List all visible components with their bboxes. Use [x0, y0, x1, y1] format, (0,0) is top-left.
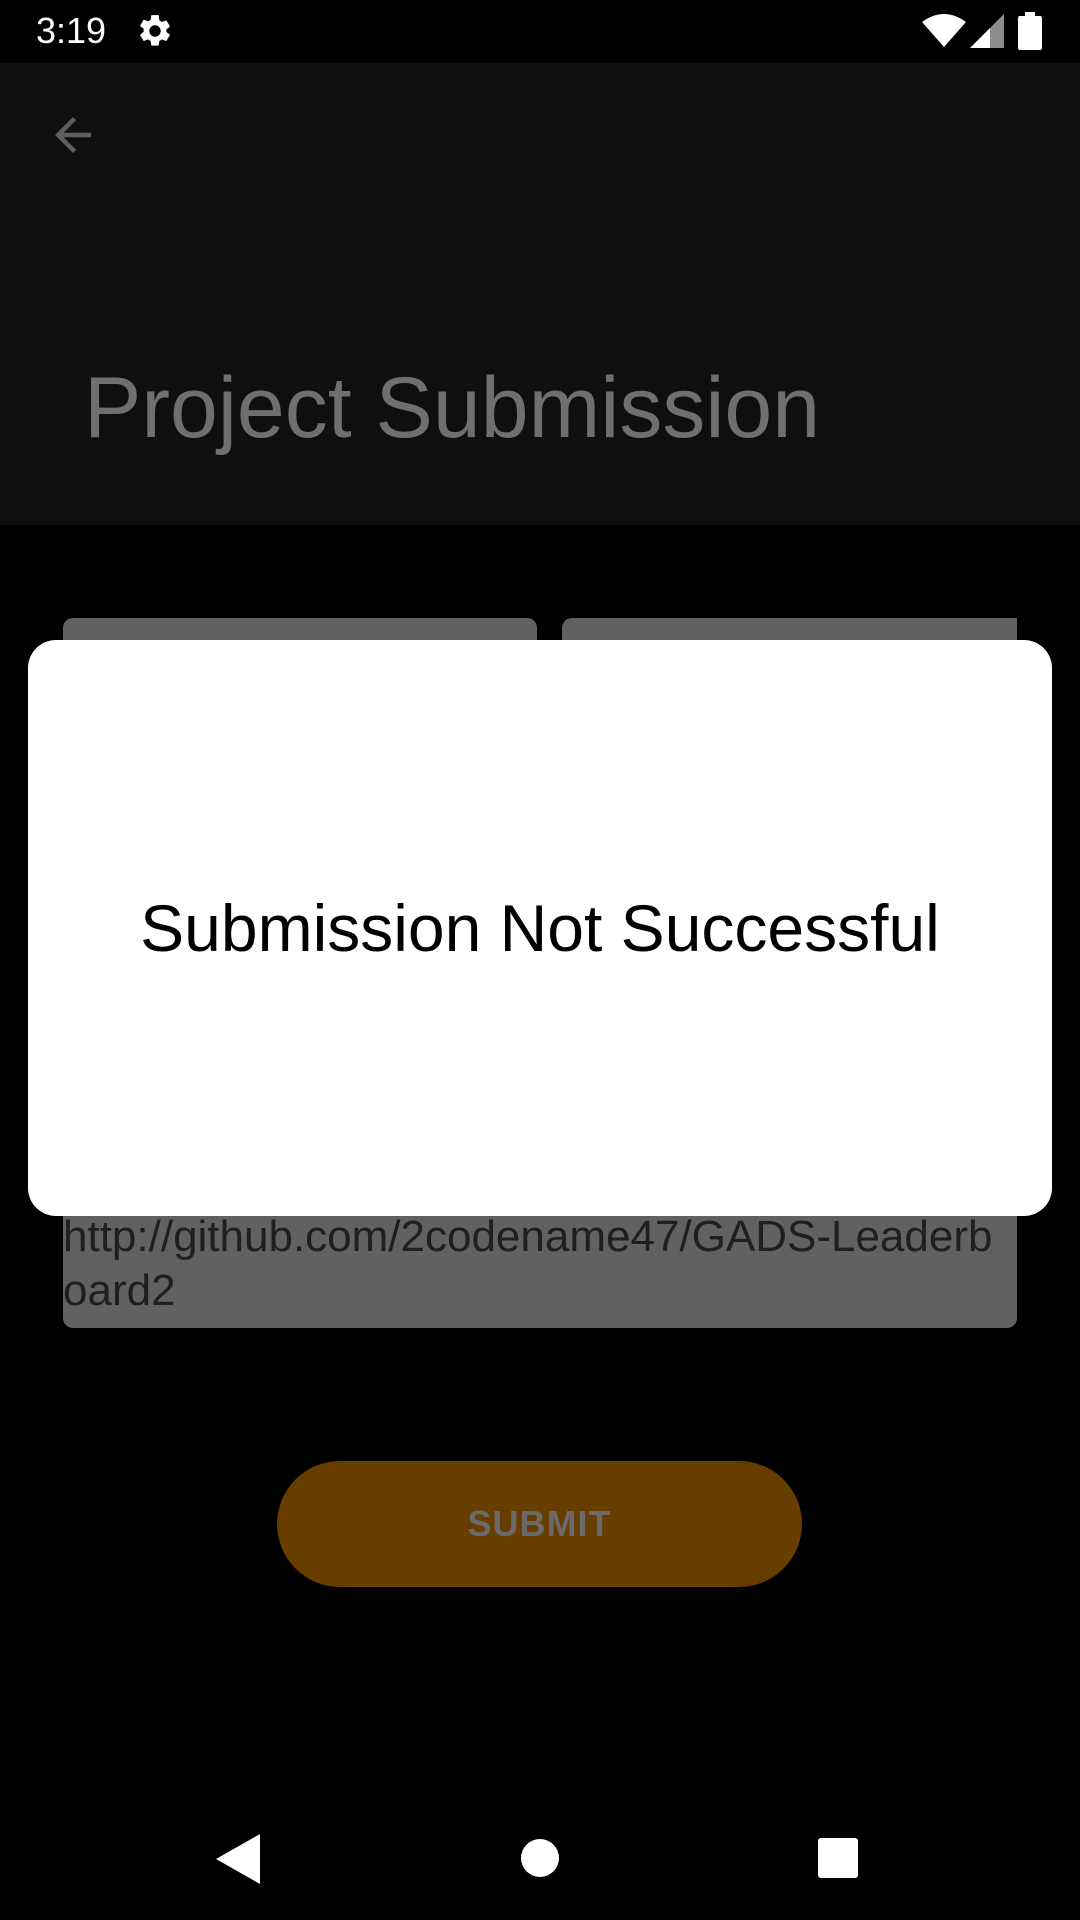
wifi-icon [922, 14, 966, 47]
gear-icon [140, 15, 170, 46]
github-link-value: http://github.com/2codename47/GADS-Leade… [63, 1212, 993, 1315]
recents-square-icon[interactable] [818, 1838, 858, 1878]
signal-icon [970, 14, 1004, 48]
alert-dialog: Submission Not Successful [28, 640, 1052, 1216]
back-triangle-icon[interactable] [216, 1834, 260, 1884]
home-circle-icon[interactable] [520, 1838, 560, 1878]
page-title: Project Submission [84, 360, 821, 456]
submit-button[interactable]: SUBMIT [277, 1461, 802, 1587]
arrow-left-icon[interactable] [46, 108, 100, 162]
submit-label: SUBMIT [467, 1503, 612, 1544]
battery-icon [1018, 12, 1042, 50]
status-time: 3:19 [36, 10, 107, 51]
dialog-message: Submission Not Successful [140, 891, 940, 965]
